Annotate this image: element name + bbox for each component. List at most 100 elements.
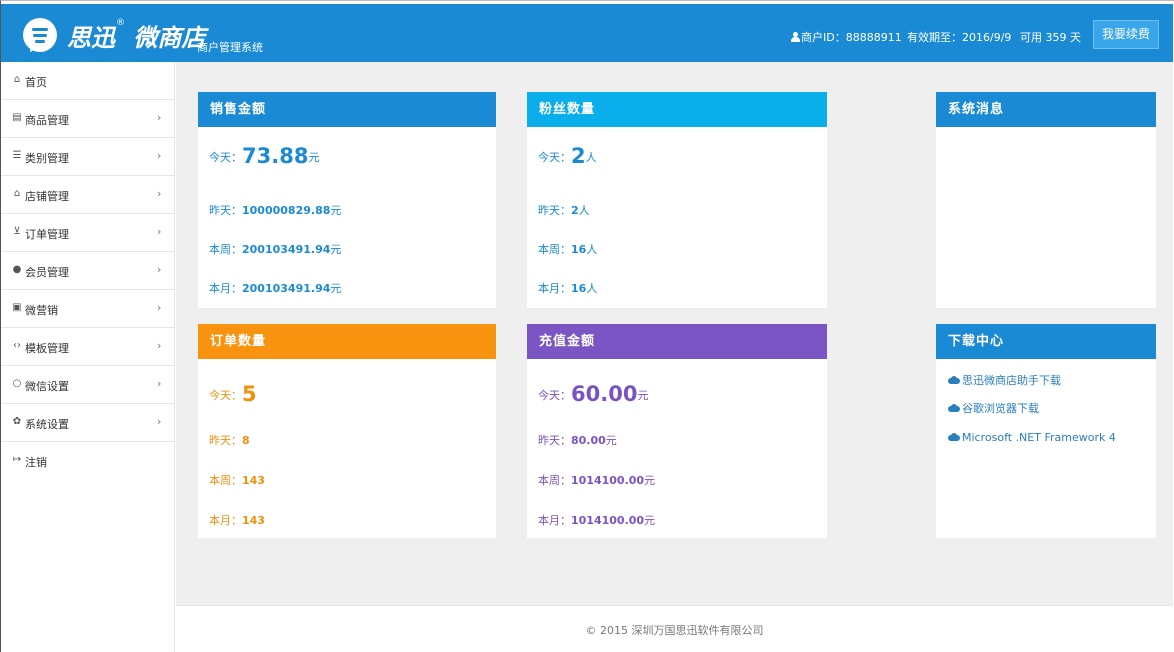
comment-icon: ○ <box>12 378 22 389</box>
sidebar-item-home[interactable]: ⌂ 首页 <box>1 62 175 100</box>
sidebar-item-marketing[interactable]: ▣ 微营销 › <box>1 290 175 328</box>
stat-unit: 人 <box>586 243 598 256</box>
stat-label: 本周： <box>209 243 242 256</box>
download-center-card: 下载中心 思迅微商店助手下载 谷歌浏览器下载 Microsoft .NET Fr… <box>936 324 1156 538</box>
fans-month: 本月：16人 <box>538 280 597 296</box>
recharge-yesterday: 昨天：80.00元 <box>538 432 617 448</box>
chevron-right-icon: › <box>157 339 162 352</box>
download-link-assistant[interactable]: 思迅微商店助手下载 <box>948 372 1061 388</box>
expiry-date: 有效期至：2016/9/9 <box>907 29 1011 45</box>
card-title: 销售金额 <box>198 92 496 127</box>
home-icon: ⌂ <box>13 74 21 85</box>
sidebar-item-members[interactable]: ● 会员管理 › <box>1 252 175 290</box>
stat-unit: 人 <box>578 204 590 217</box>
stat-unit: 元 <box>330 282 342 295</box>
sidebar-item-label: 微营销 <box>25 304 58 317</box>
sales-yesterday: 昨天：100000829.88元 <box>209 202 341 218</box>
merchant-id-value: 88888911 <box>845 31 902 44</box>
download-link-label: 谷歌浏览器下载 <box>962 402 1039 415</box>
download-link-label: 思迅微商店助手下载 <box>962 374 1061 387</box>
merchant-id: 商户ID：88888911 <box>791 29 902 45</box>
stat-unit: 元 <box>605 434 617 447</box>
sidebar-item-categories[interactable]: ☰ 类别管理 › <box>1 138 175 176</box>
gift-icon: ▣ <box>12 302 22 313</box>
sidebar-item-wechat[interactable]: ○ 微信设置 › <box>1 366 175 404</box>
stat-value: 60.00 <box>571 382 638 406</box>
sidebar-item-label: 系统设置 <box>25 418 69 431</box>
sidebar-item-label: 商品管理 <box>25 114 69 127</box>
brand-product: 微商店 <box>133 24 206 52</box>
chevron-right-icon: › <box>157 149 162 162</box>
fans-week: 本周：16人 <box>538 241 597 257</box>
orders-month: 本月：143 <box>209 512 265 528</box>
logo-brand: 思迅® 微商店 <box>67 18 205 53</box>
sales-today: 今天：73.88元 <box>209 144 319 168</box>
orders-yesterday: 昨天：8 <box>209 432 250 448</box>
stat-unit: 人 <box>586 282 598 295</box>
stat-unit: 元 <box>644 514 656 527</box>
copyright-text: © 2015 深圳万国思迅软件有限公司 <box>585 624 764 637</box>
fans-yesterday: 昨天：2人 <box>538 202 590 218</box>
chevron-right-icon: › <box>157 187 162 200</box>
expiry-value: 2016/9/9 <box>962 31 1012 44</box>
user-icon <box>791 32 800 42</box>
expiry-label: 有效期至： <box>907 31 962 44</box>
stat-value: 73.88 <box>242 144 309 168</box>
sidebar: ⌂ 首页 ▤ 商品管理 › ☰ 类别管理 › ⌂ 店铺管理 › ⊻ 订单管理 ›… <box>1 62 175 652</box>
chevron-right-icon: › <box>157 377 162 390</box>
system-messages-card: 系统消息 <box>936 92 1156 308</box>
stat-value: 2 <box>571 144 586 168</box>
card-title: 系统消息 <box>936 92 1156 127</box>
recharge-card: 充值金额 今天：60.00元 昨天：80.00元 本周：1014100.00元 … <box>527 324 827 538</box>
download-link-chrome[interactable]: 谷歌浏览器下载 <box>948 400 1039 416</box>
fans-today: 今天：2人 <box>538 144 597 168</box>
stat-value: 143 <box>242 474 265 487</box>
stat-label: 昨天： <box>209 434 242 447</box>
stat-value: 5 <box>242 382 257 406</box>
logo-icon <box>23 18 57 55</box>
stat-label: 本周： <box>538 474 571 487</box>
stat-value: 200103491.94 <box>242 243 331 256</box>
download-link-dotnet[interactable]: Microsoft .NET Framework 4 <box>948 431 1116 444</box>
list-alt-icon: ▤ <box>12 112 22 123</box>
chevron-right-icon: › <box>157 225 162 238</box>
sidebar-item-label: 订单管理 <box>25 228 69 241</box>
card-title: 下载中心 <box>936 324 1156 359</box>
sidebar-item-products[interactable]: ▤ 商品管理 › <box>1 100 175 138</box>
sidebar-item-stores[interactable]: ⌂ 店铺管理 › <box>1 176 175 214</box>
sidebar-item-label: 首页 <box>25 76 47 89</box>
card-title: 粉丝数量 <box>527 92 827 127</box>
card-title: 充值金额 <box>527 324 827 359</box>
stat-unit: 元 <box>308 151 320 164</box>
sidebar-item-label: 会员管理 <box>25 266 69 279</box>
system-subtitle: 商户管理系统 <box>197 41 263 54</box>
stat-value: 143 <box>242 514 265 527</box>
sidebar-item-templates[interactable]: ‹› 模板管理 › <box>1 328 175 366</box>
cogs-icon: ✿ <box>12 416 22 427</box>
sidebar-item-logout[interactable]: ↦ 注销 <box>1 442 175 480</box>
top-header: 思迅® 微商店 商户管理系统 商户ID：88888911 有效期至：2016/9… <box>1 4 1173 62</box>
sidebar-item-settings[interactable]: ✿ 系统设置 › <box>1 404 175 442</box>
merchant-id-label: 商户ID： <box>801 31 846 44</box>
download-link-label: Microsoft .NET Framework 4 <box>962 431 1116 444</box>
sidebar-item-label: 店铺管理 <box>25 190 69 203</box>
sign-out-icon: ↦ <box>12 454 22 465</box>
stat-label: 今天： <box>538 151 571 164</box>
stat-label: 今天： <box>538 389 571 402</box>
sidebar-item-orders[interactable]: ⊻ 订单管理 › <box>1 214 175 252</box>
stat-label: 今天： <box>209 389 242 402</box>
stat-label: 本周： <box>538 243 571 256</box>
stat-label: 昨天： <box>209 204 242 217</box>
code-icon: ‹› <box>13 340 21 351</box>
footer: © 2015 深圳万国思迅软件有限公司 <box>176 605 1173 652</box>
orders-week: 本周：143 <box>209 472 265 488</box>
chevron-right-icon: › <box>157 263 162 276</box>
stat-value: 100000829.88 <box>242 204 331 217</box>
sales-week: 本周：200103491.94元 <box>209 241 341 257</box>
chevron-right-icon: › <box>157 301 162 314</box>
user-icon: ● <box>12 264 22 275</box>
stat-label: 本月： <box>209 282 242 295</box>
renew-button[interactable]: 我要续费 <box>1093 20 1159 49</box>
stat-label: 本周： <box>209 474 242 487</box>
stat-unit: 人 <box>585 151 597 164</box>
